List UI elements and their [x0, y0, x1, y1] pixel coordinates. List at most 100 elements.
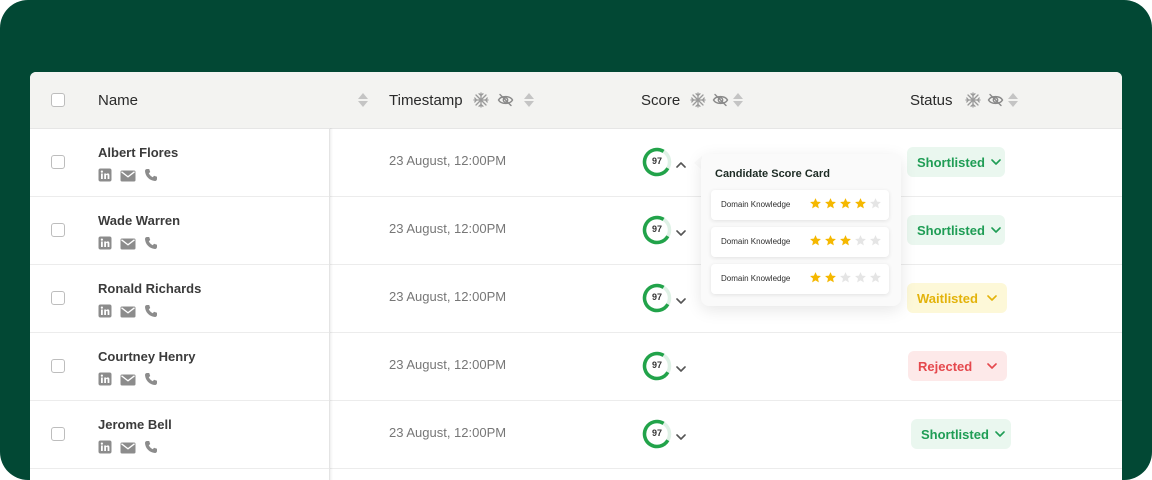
- app-background: Name Timestamp Score Status Albert Flore…: [0, 0, 1152, 480]
- score-card-title: Candidate Score Card: [715, 168, 830, 180]
- timestamp: 23 August, 12:00PM: [389, 221, 507, 236]
- freeze-icon[interactable]: [690, 92, 706, 108]
- table-row[interactable]: Wade Warren 23 August, 12:00PM 97 Shortlist…: [30, 196, 1122, 265]
- candidate-name[interactable]: Albert Flores: [98, 145, 178, 160]
- score-ring[interactable]: 97: [642, 419, 672, 449]
- row-checkbox[interactable]: [51, 359, 65, 373]
- star-icon: [810, 235, 821, 246]
- star-icon: [825, 272, 836, 283]
- star-icon: [840, 198, 851, 209]
- status-dropdown[interactable]: Shortlisted: [907, 215, 1005, 245]
- chevron-down-icon: [991, 226, 1001, 234]
- sort-icon[interactable]: [523, 93, 534, 107]
- score-value: 97: [651, 360, 662, 370]
- phone-icon[interactable]: [144, 168, 158, 187]
- score-card-item: Domain Knowledge: [711, 190, 889, 220]
- status-dropdown[interactable]: Waitlisted: [907, 283, 1007, 313]
- table-row[interactable]: Jerome Bell 23 August, 12:00PM 97 Shortlist…: [30, 400, 1122, 469]
- table-row[interactable]: Ronald Richards 23 August, 12:00PM 97 Waitl…: [30, 264, 1122, 333]
- star-icon: [810, 272, 821, 283]
- star-icon: [825, 235, 836, 246]
- email-icon[interactable]: [120, 441, 136, 459]
- contact-links: [98, 372, 158, 391]
- score-value: 97: [651, 156, 662, 166]
- header-timestamp[interactable]: Timestamp: [389, 72, 534, 128]
- row-checkbox[interactable]: [51, 427, 65, 441]
- chevron-down-icon[interactable]: [676, 360, 686, 378]
- star-rating: [809, 234, 882, 247]
- status-dropdown[interactable]: Shortlisted: [911, 419, 1011, 449]
- star-icon: [870, 235, 881, 246]
- star-rating: [809, 197, 882, 210]
- freeze-icon[interactable]: [964, 92, 981, 108]
- hide-icon[interactable]: [497, 93, 514, 107]
- star-icon: [855, 198, 866, 209]
- candidate-name[interactable]: Ronald Richards: [98, 281, 201, 296]
- table-header: Name Timestamp Score Status: [30, 72, 1122, 129]
- email-icon[interactable]: [120, 169, 136, 187]
- status-label: Shortlisted: [921, 426, 989, 442]
- status-dropdown[interactable]: Shortlisted: [907, 147, 1005, 177]
- candidate-name[interactable]: Wade Warren: [98, 213, 180, 228]
- sort-icon[interactable]: [733, 93, 744, 107]
- score-ring[interactable]: 97: [642, 283, 672, 313]
- header-score[interactable]: Score: [641, 72, 744, 128]
- phone-icon[interactable]: [144, 440, 158, 459]
- chevron-up-icon[interactable]: [676, 156, 686, 174]
- phone-icon[interactable]: [144, 372, 158, 391]
- freeze-icon[interactable]: [472, 92, 489, 108]
- linkedin-icon[interactable]: [98, 236, 112, 255]
- timestamp: 23 August, 12:00PM: [389, 289, 507, 304]
- score-card-item-label: Domain Knowledge: [721, 200, 791, 209]
- email-icon[interactable]: [120, 305, 136, 323]
- star-icon: [855, 272, 866, 283]
- candidate-name[interactable]: Courtney Henry: [98, 349, 196, 364]
- phone-icon[interactable]: [144, 304, 158, 323]
- chevron-down-icon[interactable]: [676, 224, 686, 242]
- candidate-name[interactable]: Jerome Bell: [98, 417, 172, 432]
- score-card-item: Domain Knowledge: [711, 264, 889, 294]
- hide-icon[interactable]: [987, 93, 1004, 107]
- status-dropdown[interactable]: Rejected: [908, 351, 1007, 381]
- status-label: Rejected: [918, 358, 973, 374]
- header-name-label: Name: [98, 91, 139, 109]
- phone-icon[interactable]: [144, 236, 158, 255]
- score-card-item-label: Domain Knowledge: [721, 274, 791, 283]
- score-value: 97: [651, 292, 662, 302]
- contact-links: [98, 168, 158, 187]
- score-value: 97: [651, 224, 662, 234]
- chevron-down-icon[interactable]: [676, 428, 686, 446]
- header-name[interactable]: Name: [98, 72, 368, 128]
- score-ring[interactable]: 97: [642, 215, 672, 245]
- status-label: Waitlisted: [917, 290, 978, 306]
- row-checkbox[interactable]: [51, 291, 65, 305]
- email-icon[interactable]: [120, 373, 136, 391]
- row-checkbox[interactable]: [51, 155, 65, 169]
- row-checkbox[interactable]: [51, 223, 65, 237]
- sort-icon[interactable]: [1007, 93, 1018, 107]
- star-icon: [870, 272, 881, 283]
- candidates-table: Name Timestamp Score Status Albert Flore…: [30, 72, 1122, 480]
- chevron-down-icon[interactable]: [676, 292, 686, 310]
- linkedin-icon[interactable]: [98, 168, 112, 187]
- table-row[interactable]: Albert Flores 23 August, 12:00PM 97 Shortli…: [30, 128, 1122, 197]
- star-icon: [855, 235, 866, 246]
- linkedin-icon[interactable]: [98, 372, 112, 391]
- score-ring[interactable]: 97: [642, 147, 672, 177]
- chevron-down-icon: [987, 294, 997, 302]
- linkedin-icon[interactable]: [98, 440, 112, 459]
- star-icon: [810, 198, 821, 209]
- score-ring[interactable]: 97: [642, 351, 672, 381]
- email-icon[interactable]: [120, 237, 136, 255]
- header-status[interactable]: Status: [910, 72, 1018, 128]
- timestamp: 23 August, 12:00PM: [389, 425, 507, 440]
- chevron-down-icon: [991, 158, 1001, 166]
- header-status-label: Status: [910, 91, 953, 109]
- star-icon: [870, 198, 881, 209]
- select-all-checkbox[interactable]: [51, 93, 65, 107]
- linkedin-icon[interactable]: [98, 304, 112, 323]
- table-row[interactable]: Courtney Henry 23 August, 12:00PM 97 Reject…: [30, 332, 1122, 401]
- hide-icon[interactable]: [712, 93, 729, 107]
- sort-icon[interactable]: [358, 93, 368, 107]
- score-value: 97: [651, 428, 662, 438]
